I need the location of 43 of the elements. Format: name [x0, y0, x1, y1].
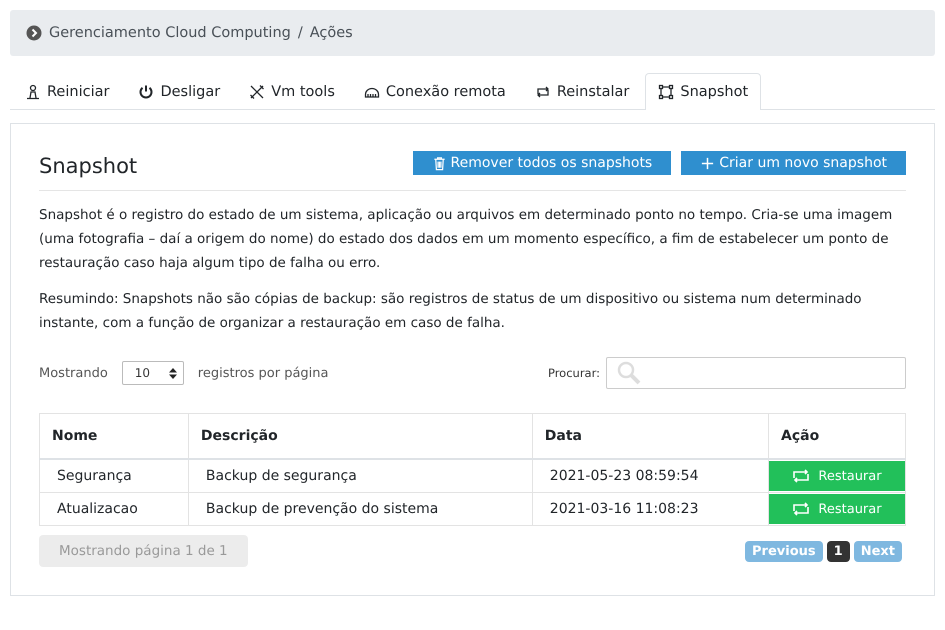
nodes-icon — [658, 84, 674, 100]
trash-icon — [432, 156, 446, 170]
tab[interactable]: Reiniciar — [12, 73, 122, 110]
person-icon — [25, 84, 41, 100]
table-cell: Backup de prevenção do sistema — [188, 492, 532, 526]
search-field[interactable] — [606, 357, 906, 389]
arrows-icon — [792, 469, 810, 483]
page-info: Mostrando página 1 de 1 — [39, 535, 248, 567]
tab[interactable]: Vm tools — [236, 73, 348, 110]
page-button[interactable]: 1 — [826, 540, 850, 562]
tab[interactable]: Desligar — [125, 73, 234, 110]
table-cell: 2021-03-16 11:08:23 — [532, 492, 768, 526]
tab[interactable]: Snapshot — [645, 73, 762, 110]
column-header[interactable]: Ação — [768, 414, 906, 459]
panel-title: Snapshot — [39, 154, 138, 178]
arrows-icon — [534, 84, 551, 100]
table-cell: Segurança — [40, 459, 188, 492]
arrows-icon — [792, 502, 810, 516]
column-header[interactable]: Nome — [40, 414, 188, 459]
create-button[interactable]: Criar um novo snapshot — [681, 151, 906, 175]
breadcrumb-item: Ações — [310, 25, 353, 41]
page-size-select[interactable]: 10 — [122, 361, 184, 385]
tab[interactable]: Conexão remota — [350, 73, 519, 110]
length-label: registros por página — [198, 366, 328, 380]
length-label: Mostrando — [39, 366, 108, 380]
table-cell: Atualizacao — [40, 492, 188, 526]
column-header[interactable]: Data — [532, 414, 768, 459]
description-paragraph: Resumindo: Snapshots não são cópias de backup: são registros de status de um dispositivo ou sistema num determinado instante, com a função de organizar a restauração em caso de falha. — [39, 290, 863, 333]
tab[interactable]: Reinstalar — [522, 73, 642, 110]
power-icon — [138, 84, 154, 100]
chevron-icon — [26, 25, 42, 41]
plus-icon — [700, 156, 716, 170]
remove-all-button[interactable]: Remover todos os snapshots — [412, 151, 672, 175]
tools-icon — [249, 84, 266, 100]
table-cell: Backup de segurança — [188, 459, 532, 492]
breadcrumb-item[interactable]: Gerenciamento Cloud Computing — [49, 25, 291, 41]
search-label: Procurar: — [548, 366, 600, 380]
search-icon — [617, 361, 641, 385]
column-header[interactable]: Descrição — [188, 414, 532, 459]
sort-arrows-icon — [168, 368, 177, 378]
description-paragraph: Snapshot é o registro do estado de um sistema, aplicação ou arquivos em determinado ponto no tempo. Cria-se uma imagem (uma fotografia – daí a origem do nome) do estado dos dados em um momento específico, a fim de estabelecer um ponto de restauração caso haja algum tipo de falha ou erro. — [39, 206, 894, 273]
breadcrumb-separator: / — [298, 25, 303, 41]
table-cell: 2021-05-23 08:59:54 — [532, 459, 768, 492]
